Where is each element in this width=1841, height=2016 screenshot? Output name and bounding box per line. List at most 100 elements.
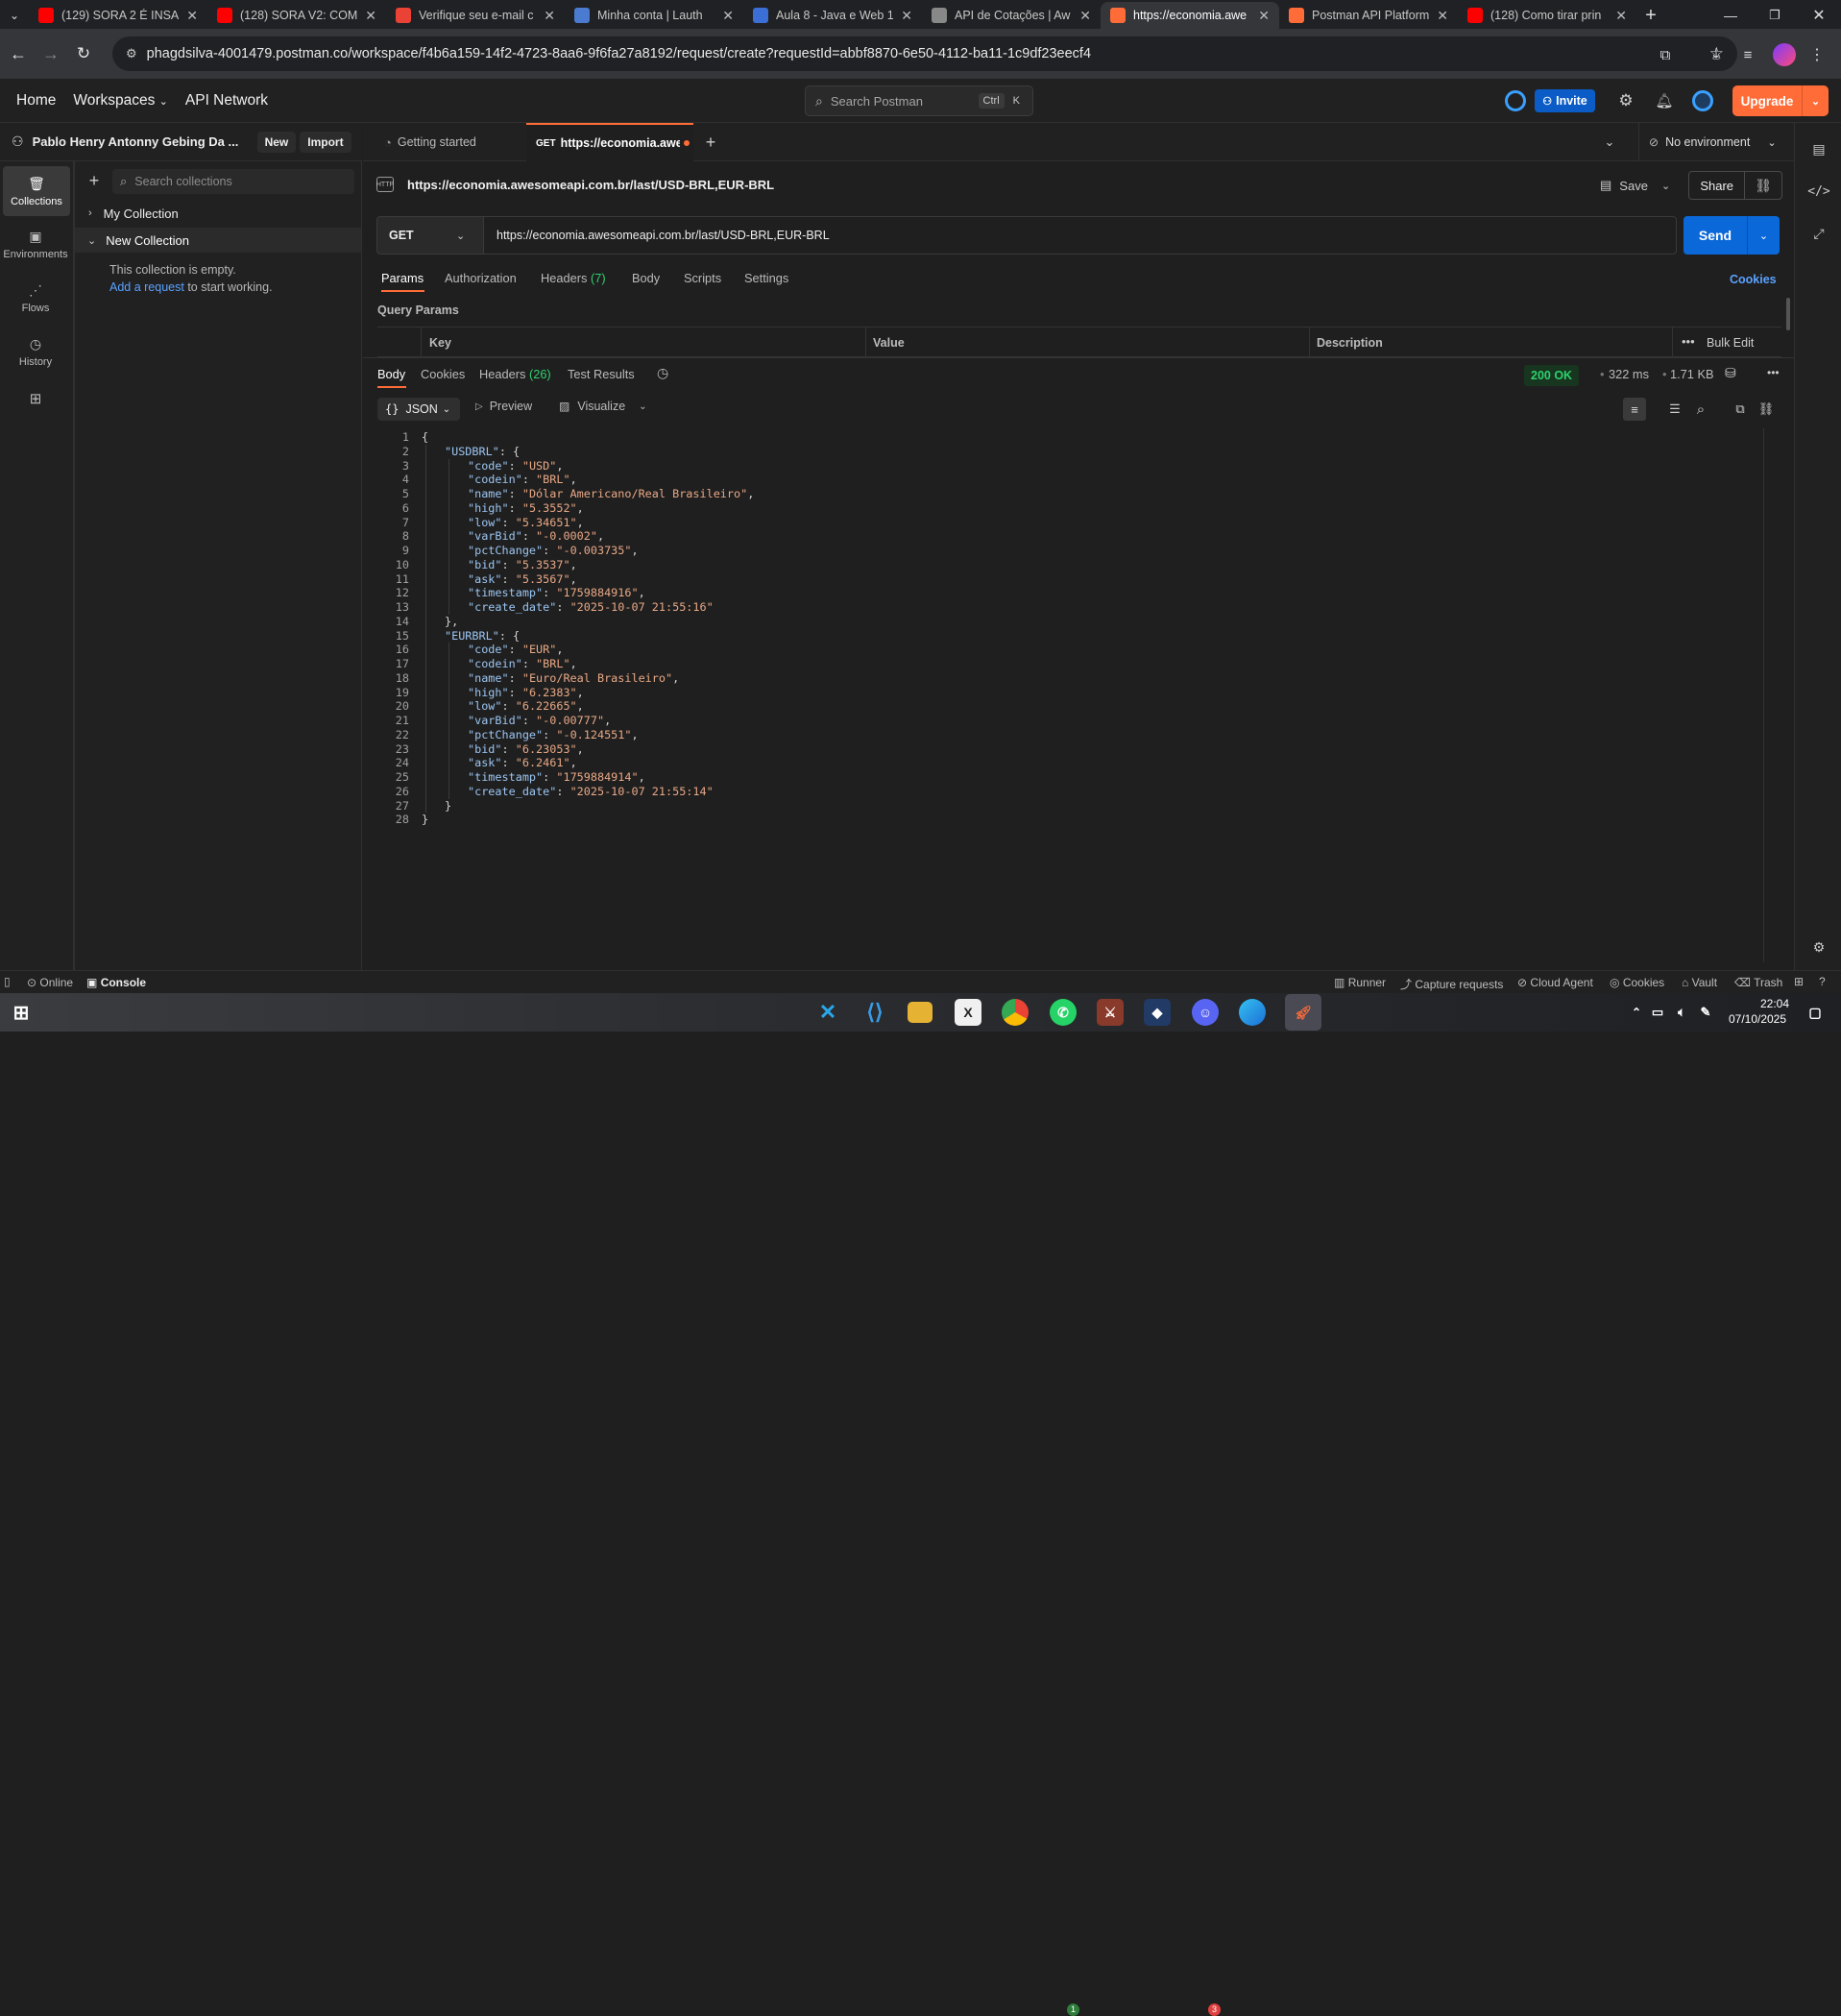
copy-icon[interactable]: ⧉ [1730, 398, 1751, 421]
postman-taskbar-icon[interactable]: 🚀︎ [1285, 994, 1321, 1031]
tab-close-icon[interactable]: ✕ [901, 8, 912, 24]
clock-date[interactable]: 07/10/2025 [1725, 1012, 1790, 1026]
response-more-icon[interactable]: ••• [1767, 366, 1780, 379]
edge-icon[interactable] [1239, 999, 1266, 1026]
toggle-sidebar-icon[interactable]: ▯ [4, 975, 11, 988]
response-tab-cookies[interactable]: Cookies [421, 367, 465, 381]
response-tab-headers[interactable]: Headers (26) [479, 367, 551, 381]
more-options-icon[interactable]: ••• [1682, 334, 1695, 349]
send-button[interactable]: Send ⌄ [1684, 216, 1780, 255]
response-history-icon[interactable]: ◷ [657, 365, 668, 381]
discord-icon[interactable]: ☺ [1192, 999, 1219, 1026]
filter-icon[interactable]: ☰ [1664, 398, 1685, 421]
tab-close-icon[interactable]: ✕ [1258, 8, 1270, 24]
code-snippet-icon[interactable]: </> [1807, 181, 1829, 202]
add-collection-icon[interactable]: + [85, 171, 104, 190]
browser-tab[interactable]: (128) SORA V2: COM ✕ [207, 2, 386, 29]
window-close-icon[interactable]: ✕ [1797, 2, 1841, 29]
pen-icon[interactable]: ✎ [1692, 999, 1719, 1026]
response-size[interactable]: 1.71 KB [1662, 367, 1714, 381]
reload-icon[interactable]: ↻ [67, 37, 100, 70]
browser-tab[interactable]: (128) Como tirar prin ✕ [1458, 2, 1636, 29]
add-request-link[interactable]: Add a request [109, 280, 184, 294]
preview-button[interactable]: ▷ Preview [475, 400, 532, 413]
media-icon[interactable]: ≡ [1736, 43, 1759, 66]
tab-close-icon[interactable]: ✕ [365, 8, 376, 24]
rail-configure[interactable]: ⊞ [0, 384, 71, 413]
response-body-editor[interactable]: 1{2 "USDBRL": {3 "code": "USD", 4 "codein": … [363, 428, 1765, 909]
help-icon[interactable]: ? [1819, 975, 1826, 988]
collection-item-new-collection[interactable]: ⌄ New Collection [75, 228, 361, 253]
rail-history[interactable]: ◷ History [0, 327, 71, 376]
rail-collections[interactable]: 🗑︎ Collections [3, 166, 70, 216]
capture-requests-button[interactable]: ⤴ Capture requests [1400, 976, 1503, 992]
rail-flows[interactable]: ⋰ Flows [0, 273, 71, 323]
new-request-tab-icon[interactable]: + [701, 133, 720, 152]
tabs-dropdown-icon[interactable]: ⌄ [1600, 133, 1619, 152]
global-search[interactable]: ⌕ Search Postman Ctrl K [805, 85, 1033, 116]
vault-button[interactable]: ⌂ Vault [1682, 976, 1717, 989]
browser-menu-icon[interactable]: ⋮ [1807, 43, 1827, 66]
upgrade-button[interactable]: Upgrade ⌄ [1732, 85, 1829, 116]
tab-getting-started[interactable]: ◔ Getting started [384, 123, 519, 161]
cloud-agent-button[interactable]: ⊘ Cloud Agent [1517, 976, 1593, 989]
link-icon[interactable]: ⛓︎ [1756, 398, 1777, 421]
browser-tab[interactable]: Verifique seu e-mail c ✕ [386, 2, 565, 29]
extensions-icon[interactable]: ⧉ [1654, 43, 1677, 66]
online-status[interactable]: ⊙ Online [27, 976, 73, 989]
collection-item-my-collection[interactable]: › My Collection [75, 201, 361, 226]
tab-headers[interactable]: Headers (7) [541, 271, 606, 285]
response-divider[interactable] [363, 357, 1794, 358]
request-title[interactable]: https://economia.awesomeapi.com.br/last/… [407, 178, 774, 192]
visualize-button[interactable]: ▨ Visualize ⌄ [559, 400, 647, 413]
clock-time[interactable]: 22:04 [1742, 997, 1807, 1010]
comments-icon[interactable]: ▤ [1808, 138, 1829, 159]
browser-tab[interactable]: https://economia.awe ✕ [1101, 2, 1279, 29]
send-options-icon[interactable]: ⌄ [1748, 230, 1780, 242]
notification-center-icon[interactable]: ▢ [1802, 999, 1829, 1026]
console-button[interactable]: ▣ Console [86, 976, 146, 989]
import-button[interactable]: Import [300, 131, 351, 153]
browser-tab[interactable]: Minha conta | Lauth ✕ [565, 2, 743, 29]
user-avatar[interactable] [1692, 90, 1713, 111]
nav-api-network[interactable]: API Network [185, 92, 268, 109]
tab-search-icon[interactable]: ⌄ [0, 2, 29, 29]
save-response-icon[interactable]: ⛁ [1725, 365, 1736, 381]
settings-icon[interactable]: ⚙ [1808, 936, 1829, 958]
new-button[interactable]: New [256, 131, 297, 153]
nav-home[interactable]: Home [16, 92, 56, 109]
word-wrap-icon[interactable]: ≡ [1623, 398, 1646, 421]
profile-avatar[interactable] [1773, 43, 1796, 66]
tab-params[interactable]: Params [381, 271, 424, 285]
restore-icon[interactable]: ❐ [1753, 2, 1797, 29]
tab-close-icon[interactable]: ✕ [1437, 8, 1448, 24]
collection-search[interactable]: ⌕ Search collections [112, 169, 354, 194]
save-button[interactable]: ▤ Save ⌄ [1600, 172, 1683, 199]
app-icon[interactable]: ◆ [1144, 999, 1171, 1026]
method-select[interactable]: GET ⌄ [376, 216, 484, 255]
tab-active-request[interactable]: GET https://economia.awesc [526, 123, 693, 161]
tab-settings[interactable]: Settings [744, 271, 788, 285]
sync-status-icon[interactable] [1505, 90, 1526, 111]
vscode-insiders-icon[interactable]: ✕ [814, 999, 841, 1026]
environment-selector[interactable]: ⊘ No environment ⌄ [1638, 123, 1794, 161]
windows-start-icon[interactable]: ⊞ [8, 999, 35, 1026]
cookies-link[interactable]: Cookies [1730, 273, 1777, 286]
workspace-name[interactable]: Pablo Henry Antonny Gebing Da ... [33, 134, 254, 149]
tab-close-icon[interactable]: ✕ [544, 8, 555, 24]
layout-icon[interactable]: ⊞ [1794, 975, 1804, 988]
response-tab-body[interactable]: Body [377, 367, 405, 381]
browser-tab[interactable]: API de Cotações | Aw ✕ [922, 2, 1101, 29]
tab-scripts[interactable]: Scripts [684, 271, 721, 285]
forward-icon[interactable]: → [35, 37, 67, 70]
tab-close-icon[interactable]: ✕ [722, 8, 734, 24]
trash-button[interactable]: ⌫ Trash [1734, 976, 1782, 989]
back-icon[interactable]: ← [2, 37, 35, 70]
cookies-button[interactable]: ◎ Cookies [1610, 976, 1664, 989]
address-bar[interactable]: ⚙ phagdsilva-4001479.postman.co/workspac… [112, 36, 1737, 71]
settings-gear-icon[interactable]: ⚙ [1615, 90, 1636, 111]
network-icon[interactable]: ▭ [1644, 999, 1671, 1026]
share-button[interactable]: Share [1689, 179, 1744, 193]
editor-scrollbar[interactable] [1763, 428, 1764, 962]
browser-tab[interactable]: Aula 8 - Java e Web 1 ✕ [743, 2, 922, 29]
